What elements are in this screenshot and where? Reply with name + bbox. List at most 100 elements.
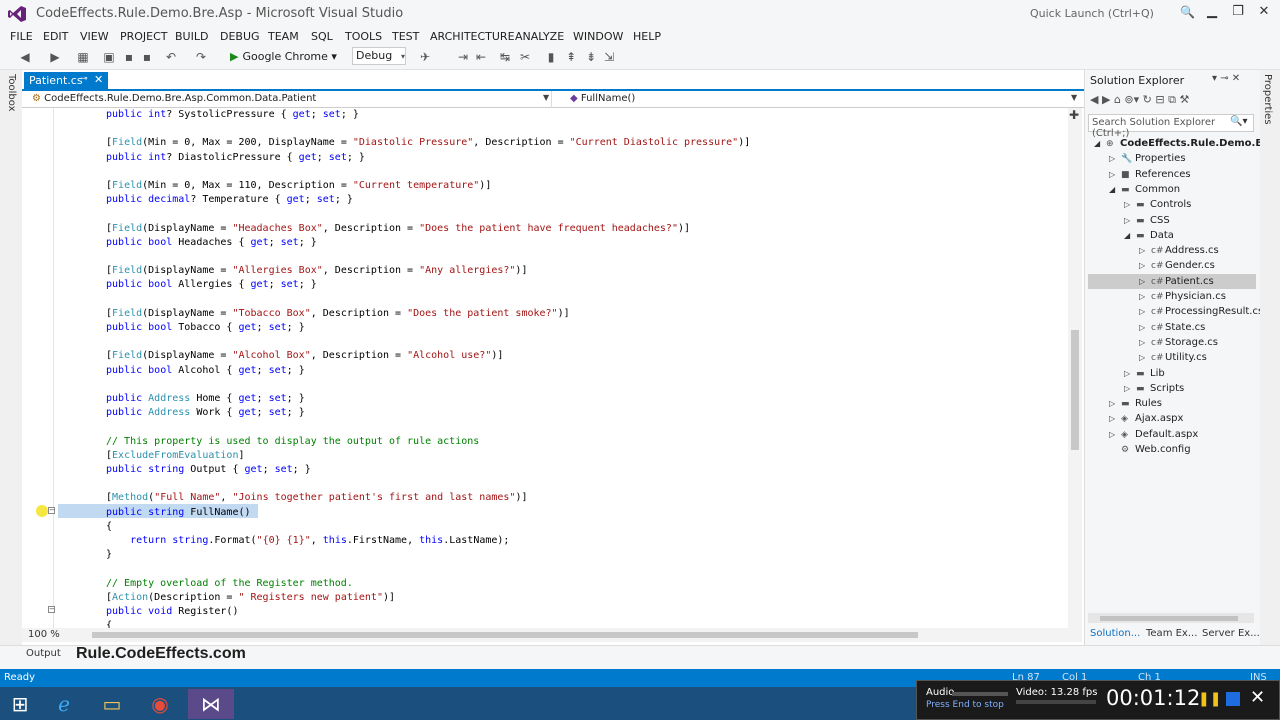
code-line[interactable]: [Field(Min = 0, Max = 200, DisplayName =…: [106, 136, 750, 150]
panel-window-controls[interactable]: ▾ ⊸ ✕: [1212, 73, 1240, 84]
expand-arrow-icon[interactable]: ▷: [1139, 289, 1151, 304]
code-line[interactable]: public void Register(): [106, 605, 238, 619]
expand-arrow-icon[interactable]: ▷: [1139, 350, 1151, 365]
refresh-icon[interactable]: ↻: [1143, 93, 1156, 106]
attach-process-icon[interactable]: ✈: [418, 49, 432, 65]
collapse-icon[interactable]: −: [48, 507, 55, 514]
expand-arrow-icon[interactable]: ▷: [1139, 335, 1151, 350]
menu-file[interactable]: FILE: [10, 28, 33, 46]
navigate-icon[interactable]: ↹: [498, 49, 512, 65]
tree-item[interactable]: ⚙ Web.config: [1088, 442, 1256, 457]
file-explorer-icon[interactable]: ▭: [92, 689, 132, 719]
collapse-icon[interactable]: −: [48, 606, 55, 613]
code-line[interactable]: public Address Home { get; set; }: [106, 392, 305, 406]
horizontal-scrollbar-thumb[interactable]: [92, 632, 918, 638]
code-line[interactable]: [Field(DisplayName = "Allergies Box", De…: [106, 264, 527, 278]
next-bookmark-icon[interactable]: ⇟: [584, 49, 598, 65]
tree-item[interactable]: ▷ c# Patient.cs: [1088, 273, 1256, 289]
scrollbar-thumb[interactable]: [1100, 616, 1238, 621]
expand-arrow-icon[interactable]: ▷: [1124, 213, 1136, 228]
code-line[interactable]: return string.Format("{0} {1}", this.Fir…: [106, 534, 509, 548]
visual-studio-taskbar-icon[interactable]: ⋈: [188, 689, 234, 719]
forward-icon[interactable]: ▶: [48, 49, 62, 65]
code-line[interactable]: // This property is used to display the …: [106, 435, 479, 449]
code-line[interactable]: }: [106, 548, 112, 562]
open-file-icon[interactable]: ▣: [102, 49, 116, 65]
tree-item[interactable]: ▷ ▬ Controls: [1088, 197, 1256, 212]
close-icon[interactable]: ✕: [1250, 687, 1265, 708]
code-line[interactable]: [Method("Full Name", "Joins together pat…: [106, 491, 527, 505]
menu-architecture[interactable]: ARCHITECTURE: [430, 28, 515, 46]
expand-arrow-icon[interactable]: ▷: [1124, 381, 1136, 396]
expand-arrow-icon[interactable]: ▷: [1139, 304, 1151, 319]
tab-server-explorer[interactable]: Server Ex...: [1202, 628, 1260, 639]
expand-arrow-icon[interactable]: ◢: [1124, 228, 1136, 243]
menu-debug[interactable]: DEBUG: [220, 28, 260, 46]
close-button[interactable]: ✕: [1254, 4, 1274, 22]
step-icon[interactable]: ⇥: [456, 49, 470, 65]
tree-item[interactable]: ▷ c# ProcessingResult.cs: [1088, 304, 1263, 319]
chevron-down-icon[interactable]: ▾: [398, 49, 408, 65]
chevron-down-icon[interactable]: ▼: [1071, 93, 1077, 102]
collapse-all-icon[interactable]: ⊟: [1155, 93, 1168, 106]
code-line[interactable]: {: [106, 520, 112, 534]
expand-arrow-icon[interactable]: ▷: [1139, 320, 1151, 335]
search-icon[interactable]: 🔍▾: [1230, 116, 1247, 127]
restore-button[interactable]: ❐: [1228, 4, 1248, 22]
code-line[interactable]: public bool Headaches { get; set; }: [106, 236, 317, 250]
clear-bookmarks-icon[interactable]: ⇲: [602, 49, 616, 65]
undo-icon[interactable]: ↶: [164, 49, 178, 65]
zoom-level-select[interactable]: 100 %: [28, 629, 60, 640]
code-line[interactable]: public bool Allergies { get; set; }: [106, 278, 317, 292]
tree-item[interactable]: ◢ ▬ Data: [1088, 228, 1256, 243]
properties-icon[interactable]: ⚒: [1179, 93, 1189, 106]
expand-arrow-icon[interactable]: ▷: [1109, 411, 1121, 426]
menu-help[interactable]: HELP: [633, 28, 661, 46]
tree-item[interactable]: ▷ ■ References: [1088, 167, 1256, 182]
expand-arrow-icon[interactable]: ▷: [1109, 396, 1121, 411]
expand-arrow-icon[interactable]: ◢: [1094, 136, 1106, 151]
code-line[interactable]: public bool Tobacco { get; set; }: [106, 321, 305, 335]
start-debugging-button[interactable]: ▶ Google Chrome ▾: [230, 48, 337, 66]
windows-start-icon[interactable]: ⊞: [0, 689, 40, 719]
align-icon[interactable]: ⇤: [474, 49, 488, 65]
code-line[interactable]: public string FullName(): [106, 506, 251, 520]
expand-arrow-icon[interactable]: ▷: [1124, 366, 1136, 381]
save-icon[interactable]: ▪: [122, 49, 136, 65]
properties-tab[interactable]: Properties: [1262, 74, 1273, 125]
quick-launch-input[interactable]: Quick Launch (Ctrl+Q): [1024, 3, 1196, 23]
tree-item[interactable]: ▷ 🔧 Properties: [1088, 151, 1256, 166]
menu-window[interactable]: WINDOW: [573, 28, 623, 46]
code-text-area[interactable]: public int? SystolicPressure { get; set;…: [58, 108, 1068, 631]
code-line[interactable]: [Action(Description = " Registers new pa…: [106, 591, 395, 605]
show-all-files-icon[interactable]: ⧉: [1168, 93, 1179, 106]
home-icon[interactable]: ⌂: [1114, 93, 1124, 106]
tree-item[interactable]: ◢⊕ CodeEffects.Rule.Demo.Bre.Asp: [1088, 136, 1280, 151]
menu-test[interactable]: TEST: [392, 28, 419, 46]
tree-item[interactable]: ▷ ▬ Rules: [1088, 396, 1256, 411]
code-line[interactable]: public int? DiastolicPressure { get; set…: [106, 151, 365, 165]
close-icon[interactable]: ✕: [94, 73, 103, 86]
tree-item[interactable]: ▷ c# Utility.cs: [1088, 350, 1256, 365]
new-project-icon[interactable]: ▦: [76, 49, 90, 65]
tree-item[interactable]: ▷ ▬ Scripts: [1088, 381, 1256, 396]
expand-arrow-icon[interactable]: ▷: [1109, 427, 1121, 442]
pin-icon[interactable]: ⊸: [80, 74, 88, 84]
tree-item[interactable]: ▷ ▬ CSS: [1088, 213, 1256, 228]
tree-item[interactable]: ▷ c# Gender.cs: [1088, 258, 1256, 273]
scrollbar-thumb[interactable]: [1071, 330, 1079, 450]
code-line[interactable]: [Field(DisplayName = "Headaches Box", De…: [106, 222, 690, 236]
menu-analyze[interactable]: ANALYZE: [515, 28, 564, 46]
chrome-icon[interactable]: ◉: [140, 689, 180, 719]
menu-project[interactable]: PROJECT: [120, 28, 168, 46]
expand-arrow-icon[interactable]: ▷: [1109, 151, 1121, 166]
tree-item[interactable]: ▷ ▬ Lib: [1088, 366, 1256, 381]
tree-item[interactable]: ▷ ◈ Ajax.aspx: [1088, 411, 1256, 426]
back-icon[interactable]: ◀: [18, 49, 32, 65]
menu-tools[interactable]: TOOLS: [345, 28, 382, 46]
pause-icon[interactable]: ❚❚: [1198, 691, 1221, 707]
chevron-down-icon[interactable]: ▼: [543, 93, 549, 102]
menu-sql[interactable]: SQL: [311, 28, 333, 46]
tab-team-explorer[interactable]: Team Ex...: [1146, 628, 1197, 639]
tree-item[interactable]: ▷ c# Physician.cs: [1088, 289, 1256, 304]
